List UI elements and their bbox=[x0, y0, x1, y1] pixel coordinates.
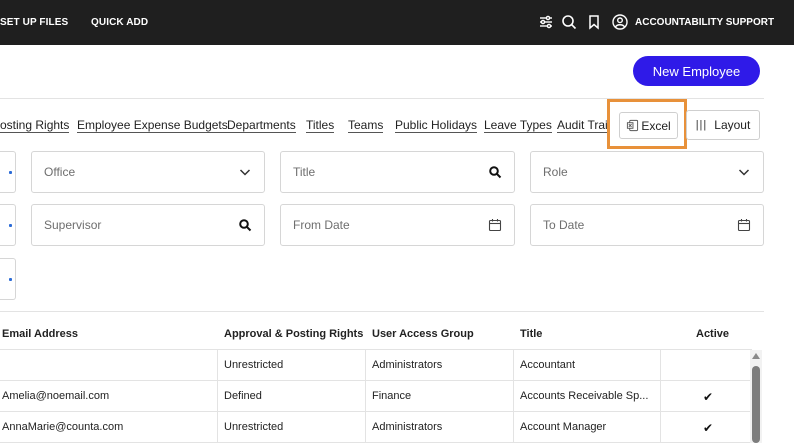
calendar-icon[interactable] bbox=[737, 218, 751, 232]
to-date-input[interactable]: To Date bbox=[530, 204, 764, 246]
title-placeholder: Title bbox=[293, 165, 316, 179]
cell-user-access-group: Administrators bbox=[372, 359, 443, 371]
new-employee-button[interactable]: New Employee bbox=[633, 56, 760, 86]
role-placeholder: Role bbox=[543, 165, 568, 179]
user-circle-icon[interactable] bbox=[611, 13, 629, 31]
active-check-icon: ✔ bbox=[703, 421, 714, 435]
cell-email: AnnaMarie@counta.com bbox=[2, 421, 124, 433]
excel-button-highlight bbox=[607, 99, 687, 149]
title-search-input[interactable]: Title bbox=[280, 151, 515, 193]
scroll-up-arrow-icon[interactable] bbox=[752, 353, 760, 359]
filter-stub-left-3[interactable] bbox=[0, 258, 16, 300]
column-header-title[interactable]: Title bbox=[520, 328, 542, 340]
sliders-icon[interactable] bbox=[537, 13, 555, 31]
tab-teams[interactable]: Teams bbox=[348, 119, 384, 133]
to-date-placeholder: To Date bbox=[543, 218, 585, 232]
cell-approval-rights: Unrestricted bbox=[224, 359, 284, 371]
tab-posting-rights[interactable]: osting Rights bbox=[0, 119, 70, 133]
row-divider bbox=[0, 411, 752, 412]
filter-stub-left-2[interactable] bbox=[0, 204, 16, 246]
office-placeholder: Office bbox=[44, 165, 76, 179]
cell-email: Amelia@noemail.com bbox=[2, 390, 110, 402]
column-header-active[interactable]: Active bbox=[696, 328, 729, 340]
cell-title: Accountant bbox=[520, 359, 576, 371]
search-icon bbox=[488, 165, 502, 179]
column-divider bbox=[660, 349, 661, 443]
table-header-divider bbox=[0, 349, 752, 350]
calendar-icon[interactable] bbox=[488, 218, 502, 232]
column-divider bbox=[365, 349, 366, 443]
cell-title: Accounts Receivable Sp... bbox=[520, 390, 649, 402]
account-menu-label[interactable]: ACCOUNTABILITY SUPPORT bbox=[635, 17, 774, 28]
active-check-icon: ✔ bbox=[703, 390, 714, 404]
cell-approval-rights: Defined bbox=[224, 390, 262, 402]
layout-button-label: Layout bbox=[714, 118, 751, 132]
chevron-down-icon bbox=[238, 165, 252, 179]
row-divider bbox=[0, 380, 752, 381]
search-icon[interactable] bbox=[560, 13, 578, 31]
layout-button[interactable]: ||| Layout bbox=[686, 110, 760, 140]
role-select[interactable]: Role bbox=[530, 151, 764, 193]
column-divider bbox=[217, 349, 218, 443]
cell-user-access-group: Administrators bbox=[372, 421, 443, 433]
top-navigation-bar: SET UP FILES QUICK ADD ACCOUNTABILITY SU… bbox=[0, 0, 794, 45]
column-header-approval-rights[interactable]: Approval & Posting Rights bbox=[224, 328, 363, 340]
nav-quick-add[interactable]: QUICK ADD bbox=[91, 17, 148, 28]
columns-icon: ||| bbox=[695, 119, 708, 131]
column-divider bbox=[513, 349, 514, 443]
cell-title: Account Manager bbox=[520, 421, 607, 433]
from-date-placeholder: From Date bbox=[293, 218, 350, 232]
column-header-email[interactable]: Email Address bbox=[2, 328, 78, 340]
cell-user-access-group: Finance bbox=[372, 390, 412, 402]
tab-audit-trail[interactable]: Audit Trail bbox=[557, 119, 611, 133]
tab-departments[interactable]: Departments bbox=[227, 119, 296, 133]
tab-titles[interactable]: Titles bbox=[306, 119, 335, 133]
supervisor-placeholder: Supervisor bbox=[44, 218, 102, 232]
tab-leave-types[interactable]: Leave Types bbox=[484, 119, 552, 133]
filter-stub-left-1[interactable] bbox=[0, 151, 16, 193]
from-date-input[interactable]: From Date bbox=[280, 204, 515, 246]
cell-approval-rights: Unrestricted bbox=[224, 421, 284, 433]
table-scrollbar-thumb[interactable] bbox=[752, 366, 760, 443]
tab-employee-expense-budgets[interactable]: Employee Expense Budgets bbox=[77, 119, 228, 133]
nav-set-up-files[interactable]: SET UP FILES bbox=[0, 17, 68, 28]
supervisor-search-input[interactable]: Supervisor bbox=[31, 204, 265, 246]
filter-divider bbox=[0, 311, 764, 312]
tab-public-holidays[interactable]: Public Holidays bbox=[395, 119, 478, 133]
search-icon bbox=[238, 218, 252, 232]
chevron-down-icon bbox=[737, 165, 751, 179]
bookmark-icon[interactable] bbox=[585, 13, 603, 31]
column-header-user-access-group[interactable]: User Access Group bbox=[372, 328, 474, 340]
office-select[interactable]: Office bbox=[31, 151, 265, 193]
